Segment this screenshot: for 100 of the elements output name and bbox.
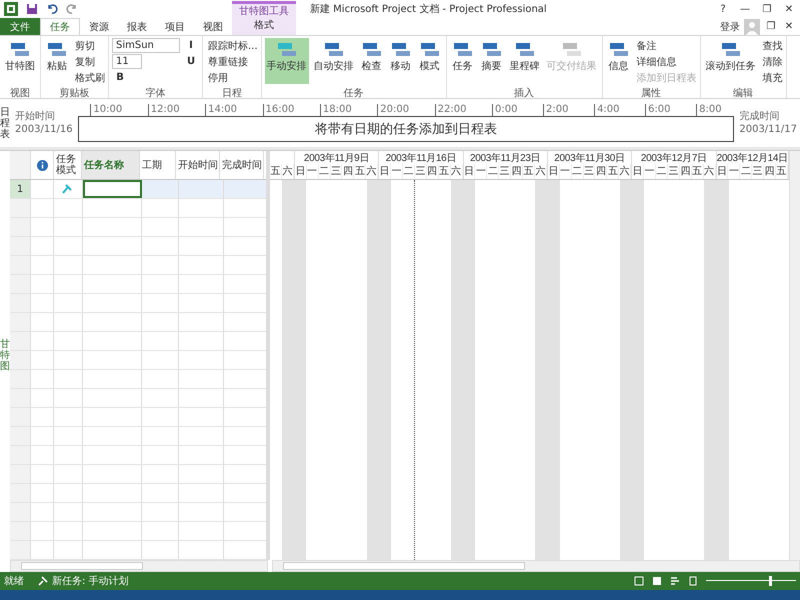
- header-cell[interactable]: [10, 151, 31, 179]
- day-label: 二: [572, 164, 584, 179]
- horizontal-scrollbar[interactable]: [272, 560, 800, 572]
- column-header[interactable]: 完成时间: [220, 151, 264, 179]
- ribbon-button[interactable]: 格式刷: [73, 70, 105, 85]
- ribbon-button[interactable]: 信息: [606, 38, 632, 84]
- row-header[interactable]: [10, 465, 31, 483]
- window-control[interactable]: ❐: [760, 4, 774, 14]
- time-tick: 20:00: [377, 104, 410, 116]
- row-header[interactable]: [10, 351, 31, 369]
- ribbon-button[interactable]: 查找: [760, 38, 783, 53]
- timeline-field[interactable]: 将带有日期的任务添加到日程表: [78, 116, 734, 142]
- ribbon-button[interactable]: 里程碑: [508, 38, 542, 84]
- ribbon-tab[interactable]: 视图: [194, 18, 232, 35]
- day-label: 五: [438, 164, 451, 179]
- group-label: 剪贴板: [58, 86, 90, 98]
- redo-icon[interactable]: [66, 3, 78, 15]
- format-button[interactable]: B: [112, 70, 128, 85]
- ribbon-button[interactable]: 停用: [206, 70, 258, 85]
- ribbon-tab[interactable]: 格式: [245, 18, 283, 32]
- day-label: 日: [632, 164, 644, 179]
- ribbon-button[interactable]: 剪切: [73, 38, 105, 53]
- ribbon-button[interactable]: 备注: [634, 38, 697, 53]
- ribbon-button[interactable]: 粘贴: [44, 38, 70, 84]
- ribbon-button[interactable]: 甘特图: [3, 38, 37, 84]
- day-label: 六: [619, 164, 632, 179]
- ribbon-tab[interactable]: 报表: [118, 18, 156, 35]
- ribbon-tab[interactable]: 资源: [80, 18, 118, 35]
- ribbon-button[interactable]: 手动安排: [264, 38, 309, 84]
- day-label: 四: [511, 164, 524, 179]
- ribbon-button[interactable]: 模式: [416, 38, 443, 84]
- window-control[interactable]: ❐: [764, 21, 778, 32]
- day-label: 三: [584, 164, 596, 179]
- row-header[interactable]: 1: [10, 180, 31, 198]
- row-header[interactable]: [10, 446, 31, 464]
- format-button[interactable]: I: [183, 38, 199, 53]
- column-header[interactable]: 开始时间: [176, 151, 220, 179]
- row-header[interactable]: [10, 370, 31, 388]
- zoom-slider[interactable]: [706, 576, 796, 586]
- ribbon-button[interactable]: 复制: [73, 54, 105, 69]
- column-header[interactable]: 任务名称: [82, 151, 140, 179]
- ribbon-button[interactable]: 详细信息: [634, 54, 697, 69]
- ribbon-button[interactable]: 移动: [388, 38, 414, 84]
- font-size-field[interactable]: 11: [112, 54, 142, 69]
- ribbon-tab[interactable]: 任务: [40, 18, 80, 35]
- ribbon-button[interactable]: 填充: [760, 70, 783, 85]
- account-name[interactable]: 登录: [720, 20, 740, 34]
- start-date: 2003/11/16: [15, 123, 73, 136]
- row-header[interactable]: [10, 256, 31, 274]
- row-header[interactable]: [10, 541, 31, 559]
- ribbon-button[interactable]: 清除: [760, 54, 783, 69]
- row-header[interactable]: [10, 332, 31, 350]
- finish-date: 2003/11/17: [739, 123, 797, 136]
- group-label: 字体: [144, 86, 166, 98]
- window-control[interactable]: ?: [716, 4, 730, 14]
- window-title: 新建 Microsoft Project 文档 - Project Professional: [310, 2, 547, 16]
- row-header[interactable]: [10, 427, 31, 445]
- group-label: 视图: [9, 86, 31, 98]
- window-control[interactable]: ✕: [782, 4, 796, 14]
- view-icon[interactable]: [688, 576, 698, 586]
- week-label: 2003年11月16日: [386, 153, 456, 164]
- file-tab[interactable]: 文件: [0, 18, 40, 35]
- day-label: 五: [776, 164, 788, 179]
- ribbon-tab[interactable]: 项目: [156, 18, 194, 35]
- group-label: 任务: [342, 87, 365, 98]
- vertical-scrollbar[interactable]: [789, 151, 800, 560]
- horizontal-scrollbar[interactable]: [10, 560, 268, 572]
- row-header[interactable]: [10, 294, 31, 312]
- column-header[interactable]: 工期: [140, 151, 176, 179]
- row-header[interactable]: [10, 503, 31, 521]
- format-button[interactable]: U: [183, 54, 199, 69]
- ribbon-button[interactable]: 任务: [450, 38, 476, 84]
- ribbon-button[interactable]: 自动安排: [312, 38, 356, 84]
- window-control[interactable]: ✕: [782, 21, 796, 32]
- ribbon-button[interactable]: 检查: [358, 38, 385, 84]
- day-label: 六: [282, 164, 294, 179]
- ribbon-button[interactable]: 滚动到任务: [704, 38, 758, 84]
- avatar-icon[interactable]: [744, 18, 760, 34]
- font-field[interactable]: SimSun: [112, 38, 180, 53]
- undo-icon[interactable]: [46, 3, 58, 15]
- row-header[interactable]: [10, 275, 31, 293]
- window-control[interactable]: —: [738, 4, 752, 14]
- row-header[interactable]: [10, 199, 31, 217]
- row-header[interactable]: [10, 408, 31, 426]
- row-header[interactable]: [10, 218, 31, 236]
- view-icon[interactable]: [670, 576, 680, 586]
- task-name-cell[interactable]: [83, 180, 142, 198]
- row-header[interactable]: [10, 237, 31, 255]
- ribbon-button[interactable]: 跟踪时标...: [206, 38, 258, 53]
- row-header[interactable]: [10, 313, 31, 331]
- row-header[interactable]: [10, 522, 31, 540]
- ribbon-button[interactable]: 摘要: [478, 38, 505, 84]
- row-header[interactable]: [10, 389, 31, 407]
- save-icon[interactable]: [26, 3, 38, 15]
- ribbon-button[interactable]: 尊重链接: [206, 54, 258, 69]
- row-header[interactable]: [10, 484, 31, 502]
- time-tick: 8:00: [696, 104, 722, 116]
- info-icon: [36, 160, 48, 170]
- day-label: 五: [270, 164, 282, 179]
- new-task-mode[interactable]: 新任务: 手动计划: [52, 574, 129, 588]
